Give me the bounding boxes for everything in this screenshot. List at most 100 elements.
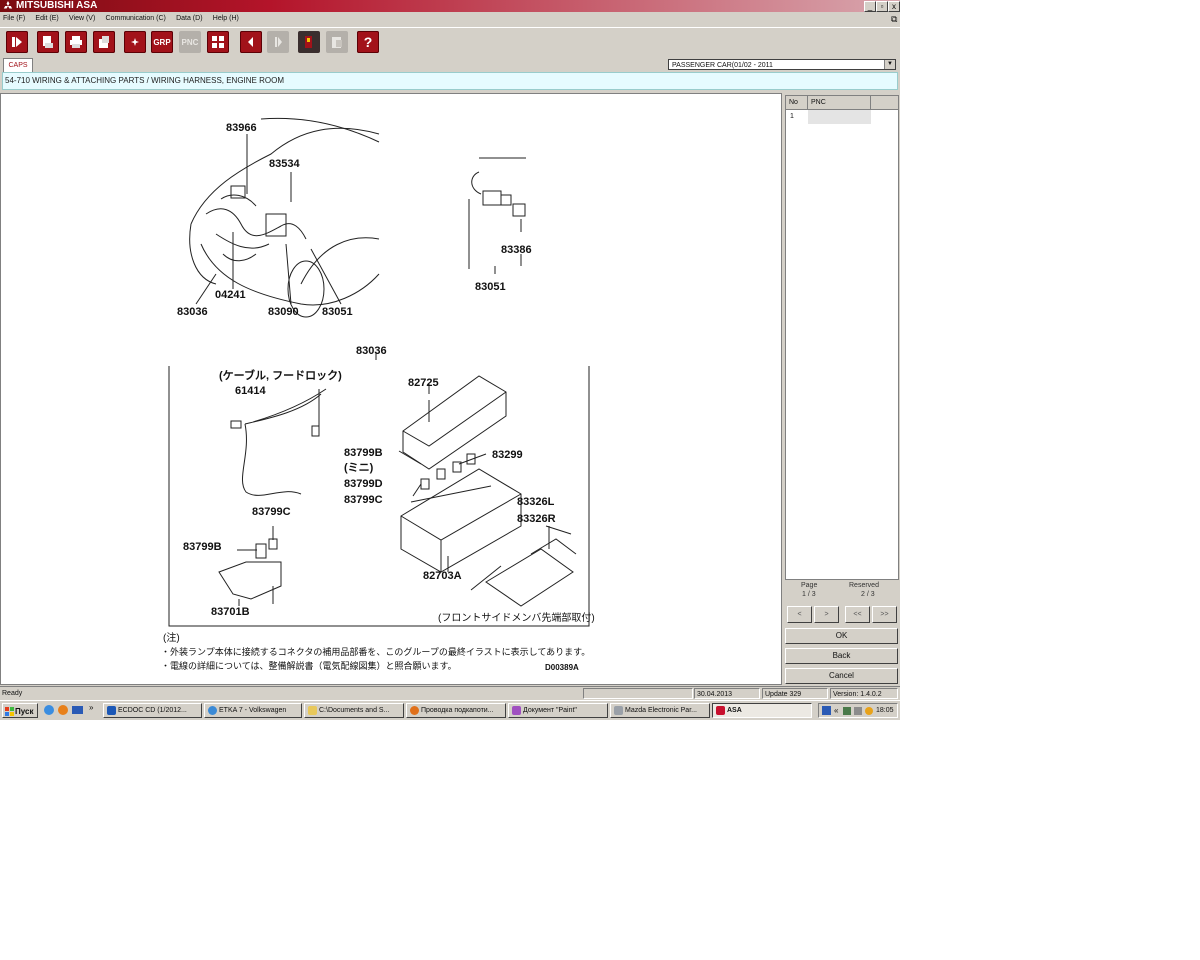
grid-view-tool-icon[interactable] [207,31,229,53]
task-browser[interactable]: Проводка подкапоти... [406,703,506,718]
callout-83051[interactable]: 83051 [322,306,353,318]
folder-icon [308,706,317,715]
callout-83090[interactable]: 83090 [268,306,299,318]
menu-communication[interactable]: Communication (C) [106,12,166,26]
back-button[interactable]: Back [785,648,898,664]
callout-83966[interactable]: 83966 [226,122,257,134]
volume-icon[interactable] [854,707,862,715]
menu-help[interactable]: Help (H) [213,12,239,26]
task-explorer-label: C:\Documents and S... [319,707,390,714]
antivirus-icon[interactable] [865,707,873,715]
callout-83701B[interactable]: 83701B [211,606,250,618]
callout-61414[interactable]: 61414 [235,385,266,397]
page-info: Page 1 / 3 Reserved 2 / 3 [785,581,899,603]
status-version: Version: 1.4.0.2 [830,688,898,699]
callout-83799C[interactable]: 83799C [344,494,383,506]
first-page-button[interactable]: << [845,606,870,623]
last-page-button[interactable]: >> [872,606,897,623]
callout-83326R[interactable]: 83326R [517,513,556,525]
pnc-table[interactable]: No PNC 1 [785,95,899,580]
paint-icon [512,706,521,715]
start-button[interactable]: Пуск [2,703,38,718]
illustration-canvas[interactable]: 83966 83534 04241 83036 83090 83051 8338… [0,93,782,685]
menu-data[interactable]: Data (D) [176,12,202,26]
table-row[interactable]: 1 [786,110,898,124]
forward-arrow-tool-icon[interactable] [267,31,289,53]
callout-04241[interactable]: 04241 [215,289,246,301]
column-header-pnc[interactable]: PNC [808,96,871,109]
ie-icon[interactable] [44,705,54,715]
callout-83386[interactable]: 83386 [501,244,532,256]
clipboard-tool-icon[interactable] [326,31,348,53]
callout-83799B[interactable]: 83799B [344,447,383,459]
callout-83326L[interactable]: 83326L [517,496,555,508]
minimize-button[interactable]: _ [864,1,876,12]
prev-page-button[interactable]: < [787,606,812,623]
task-ecdoc-label: ECDOC CD (1/2012... [118,707,187,714]
callout-83799C-relay[interactable]: 83799C [252,506,291,518]
desktop-icon[interactable] [72,706,83,714]
cancel-button[interactable]: Cancel [785,668,898,684]
network-icon[interactable] [843,707,851,715]
menu-file[interactable]: File (F) [3,12,25,26]
catalog-select[interactable]: PASSENGER CAR(01/02 - 2011 ▼ [668,59,896,70]
pnc-tool-button[interactable]: PNC [179,31,201,53]
status-date: 30.04.2013 [694,688,760,699]
windows-flag-icon [5,707,14,716]
media-player-icon[interactable] [58,705,68,715]
help-tool-button[interactable]: ? [357,31,379,53]
menu-edit[interactable]: Edit (E) [35,12,58,26]
callout-group-83036[interactable]: 83036 [356,345,387,357]
close-button[interactable]: x [888,1,900,12]
task-paint[interactable]: Документ "Paint" [508,703,608,718]
column-header-no[interactable]: No [786,96,808,109]
task-etka[interactable]: ETKA 7 - Volkswagen [204,703,302,718]
task-asa[interactable]: ASA [712,703,812,718]
drawing-code: D00389A [545,663,579,672]
task-explorer[interactable]: C:\Documents and S... [304,703,404,718]
task-asa-label: ASA [727,707,742,714]
callout-83799B-relay[interactable]: 83799B [183,541,222,553]
print-preview-tool-icon[interactable] [37,31,59,53]
star-tool-icon[interactable] [124,31,146,53]
callout-82725[interactable]: 82725 [408,377,439,389]
task-mazda[interactable]: Mazda Electronic Par... [610,703,710,718]
print-tool-icon[interactable] [65,31,87,53]
catalog-select-value: PASSENGER CAR(01/02 - 2011 [672,62,773,69]
grp-tool-button[interactable]: GRP [151,31,173,53]
parts-diagram[interactable]: 83966 83534 04241 83036 83090 83051 8338… [1,94,781,684]
menu-view[interactable]: View (V) [69,12,95,26]
callout-83036[interactable]: 83036 [177,306,208,318]
tray-expand-icon[interactable]: « [834,704,838,717]
task-browser-label: Проводка подкапоти... [421,707,494,714]
clock[interactable]: 18:05 [876,704,894,717]
start-label: Пуск [15,707,34,716]
mdi-restore-icon[interactable]: ⧉ [891,12,897,26]
title-bar[interactable]: MITSUBISHI ASA _ ▫ x [0,0,900,12]
taskbar: Пуск » ECDOC CD (1/2012... ETKA 7 - Volk… [0,700,900,720]
maximize-button[interactable]: ▫ [876,1,888,12]
chevron-down-icon[interactable]: ▼ [884,60,895,69]
document-tool-icon[interactable] [93,31,115,53]
ok-button[interactable]: OK [785,628,898,644]
callout-82703A[interactable]: 82703A [423,570,462,582]
pnc-panel: No PNC 1 Page 1 / 3 Reserved 2 / 3 < > <… [785,95,899,685]
callout-83051-connector[interactable]: 83051 [475,281,506,293]
page-label: Page [801,582,818,589]
callout-83799D[interactable]: 83799D [344,478,383,490]
quicklaunch-more-icon[interactable]: » [89,703,93,712]
bookmark-tool-icon[interactable] [298,31,320,53]
task-ecdoc[interactable]: ECDOC CD (1/2012... [103,703,202,718]
language-icon[interactable] [822,706,831,715]
tab-caps[interactable]: CAPS [3,58,33,72]
back-arrow-tool-icon[interactable] [240,31,262,53]
callout-83534[interactable]: 83534 [269,158,300,170]
callout-mini: (ミニ) [344,462,374,474]
status-panel-empty [583,688,693,699]
next-page-button[interactable]: > [814,606,839,623]
box-caption: (フロントサイドメンバ先端部取付) [438,611,595,624]
callout-83299[interactable]: 83299 [492,449,523,461]
exit-tool-icon[interactable] [6,31,28,53]
cell-pnc [808,110,871,124]
table-header: No PNC [786,96,898,110]
